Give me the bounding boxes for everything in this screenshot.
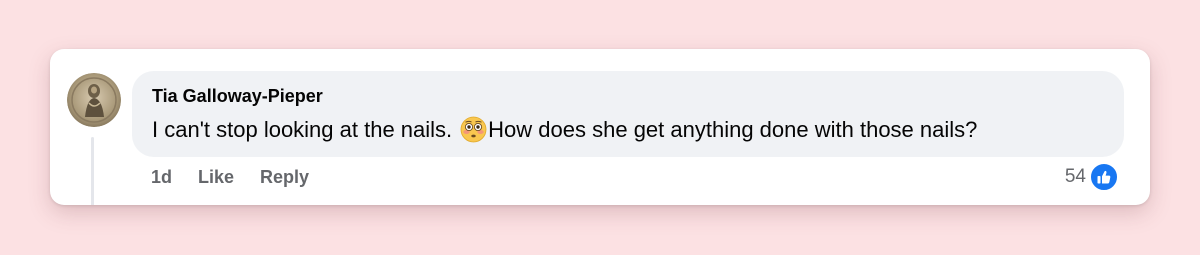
- like-button[interactable]: Like: [198, 167, 234, 188]
- comment-actions: 1d Like Reply: [151, 167, 309, 188]
- comment-text-after: How does she get anything done with thos…: [488, 116, 978, 142]
- reaction-summary[interactable]: 54: [1065, 162, 1119, 192]
- comment-text-before: I can't stop looking at the nails.: [152, 116, 453, 142]
- comment-card: Tia Galloway-Pieper I can't stop looking…: [50, 49, 1150, 205]
- flushed-face-icon: [460, 116, 487, 143]
- avatar[interactable]: [67, 73, 121, 127]
- like-thumb-icon: [1089, 162, 1119, 192]
- comment-timestamp[interactable]: 1d: [151, 167, 172, 188]
- thread-line: [91, 137, 94, 205]
- reaction-count: 54: [1064, 166, 1086, 187]
- comment-text: I can't stop looking at the nails. How d…: [152, 116, 977, 143]
- reply-button[interactable]: Reply: [260, 167, 309, 188]
- comment-bubble: Tia Galloway-Pieper I can't stop looking…: [132, 71, 1124, 157]
- comment-author[interactable]: Tia Galloway-Pieper: [152, 86, 323, 107]
